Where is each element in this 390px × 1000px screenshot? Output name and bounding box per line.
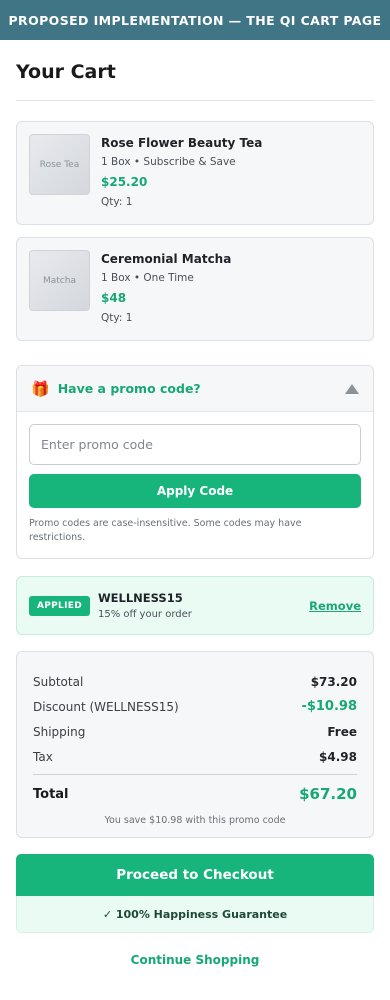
total-row: Total $67.20 [33,775,357,813]
cart-item-info: Ceremonial Matcha 1 Box • One Time $48 Q… [101,252,231,324]
happiness-guarantee: ✓ 100% Happiness Guarantee [16,896,374,933]
apply-code-button[interactable]: Apply Code [29,474,361,508]
applied-promo-banner: APPLIED WELLNESS15 15% off your order Re… [16,576,374,635]
promo-help-text: Promo codes are case-insensitive. Some c… [29,518,302,543]
product-name: Rose Flower Beauty Tea [101,136,263,150]
cart-page: Your Cart Rose Tea Rose Flower Beauty Te… [0,40,390,967]
product-variant: 1 Box • One Time [101,272,194,284]
product-quantity: Qty: 1 [101,312,133,324]
tax-value: $4.98 [319,749,357,764]
cart-item-info: Rose Flower Beauty Tea 1 Box • Subscribe… [101,136,262,208]
discount-value: -$10.98 [301,699,357,714]
shipping-label: Shipping [33,724,86,739]
total-label: Total [33,786,69,802]
discount-label: Discount (WELLNESS15) [33,699,179,714]
discount-row: Discount (WELLNESS15) -$10.98 [33,694,357,719]
savings-note: You save $10.98 with this promo code [104,815,286,826]
promo-code-input[interactable] [29,424,361,465]
product-variant: 1 Box • Subscribe & Save [101,156,236,168]
promo-toggle-label: Have a promo code? [57,381,201,396]
title-divider [16,100,374,101]
banner-text: PROPOSED IMPLEMENTATION — THE QI CART PA… [8,12,382,28]
tax-row: Tax $4.98 [33,744,357,769]
subtotal-row: Subtotal $73.20 [33,669,357,694]
product-name: Ceremonial Matcha [101,252,232,266]
top-banner: PROPOSED IMPLEMENTATION — THE QI CART PA… [0,0,390,40]
product-price: $48 [101,291,127,305]
promo-code-form: Apply Code Promo codes are case-insensit… [17,412,373,545]
gift-icon: 🎁 [31,379,50,398]
tax-label: Tax [33,749,53,764]
order-summary: Subtotal $73.20 Discount (WELLNESS15) -$… [16,651,374,838]
applied-promo-code: WELLNESS15 [97,591,183,605]
subtotal-label: Subtotal [33,674,84,689]
shipping-row: Shipping Free [33,719,357,744]
proceed-to-checkout-button[interactable]: Proceed to Checkout [16,854,374,896]
product-image: Rose Tea [29,134,90,195]
promo-code-toggle[interactable]: 🎁 Have a promo code? [17,366,373,412]
subtotal-value: $73.20 [310,674,357,689]
page-title: Your Cart [16,61,116,83]
total-value: $67.20 [299,785,357,803]
product-quantity: Qty: 1 [101,196,133,208]
remove-promo-link[interactable]: Remove [309,599,361,613]
guarantee-text: ✓ 100% Happiness Guarantee [102,907,288,921]
caret-up-icon[interactable] [345,383,359,394]
product-image: Matcha [29,250,90,311]
cart-item: Rose Tea Rose Flower Beauty Tea 1 Box • … [16,121,374,225]
product-price: $25.20 [101,175,148,189]
cart-item: Matcha Ceremonial Matcha 1 Box • One Tim… [16,237,374,341]
product-image-label: Rose Tea [39,159,80,170]
continue-shopping-link[interactable]: Continue Shopping [16,953,374,967]
promo-code-panel: 🎁 Have a promo code? Apply Code Promo co… [16,365,374,559]
applied-promo-info: WELLNESS15 15% off your order [98,591,309,620]
shipping-value: Free [327,724,357,739]
applied-promo-description: 15% off your order [97,609,192,620]
product-image-label: Matcha [43,275,76,286]
applied-badge: APPLIED [29,595,90,616]
